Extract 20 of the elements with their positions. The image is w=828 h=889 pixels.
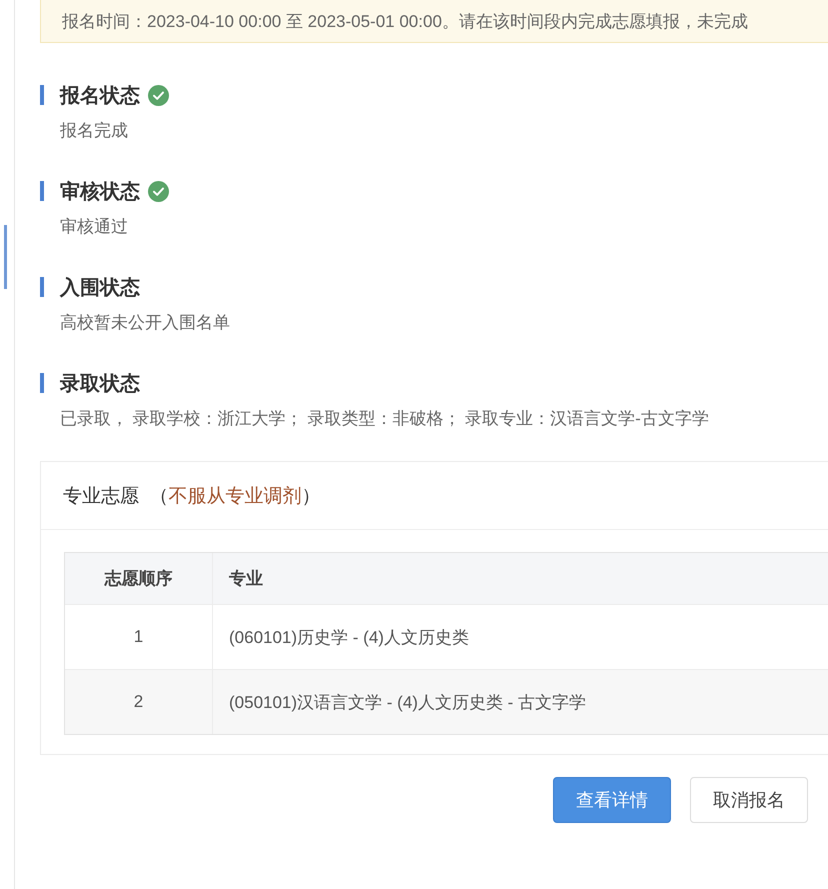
notice-text: 报名时间：2023-04-10 00:00 至 2023-05-01 00:00。请在该时间段内完成志愿填报，未完成 [62, 10, 748, 32]
section-marker [40, 277, 44, 297]
section-status: 高校暂未公开入围名单 [59, 312, 231, 334]
table-cell: 2 [65, 670, 213, 734]
card-title: 专业志愿 （不服从专业调剂） [63, 484, 321, 508]
table-cell-text: (060101)历史学 - (4)人文历史类 [228, 626, 470, 648]
section-status: 报名完成 [59, 120, 129, 142]
nav-indicator [4, 225, 7, 289]
section-marker [40, 373, 44, 393]
section-title: 录取状态 [60, 372, 140, 396]
section-title: 审核状态 [60, 180, 140, 204]
section-marker [40, 85, 44, 105]
section-status: 已录取， 录取学校：浙江大学； 录取类型：非破格； 录取专业：汉语言文学-古文字学 [59, 408, 710, 430]
section-title: 报名状态 [60, 84, 140, 108]
cancel-button[interactable]: 取消报名 [690, 777, 808, 823]
section-status: 审核通过 [59, 216, 129, 238]
section-marker [40, 181, 44, 201]
table-cell-text: (050101)汉语言文学 - (4)人文历史类 - 古文字学 [228, 692, 588, 714]
column-header: 专业 [228, 568, 264, 590]
section-title: 入围状态 [60, 276, 140, 300]
